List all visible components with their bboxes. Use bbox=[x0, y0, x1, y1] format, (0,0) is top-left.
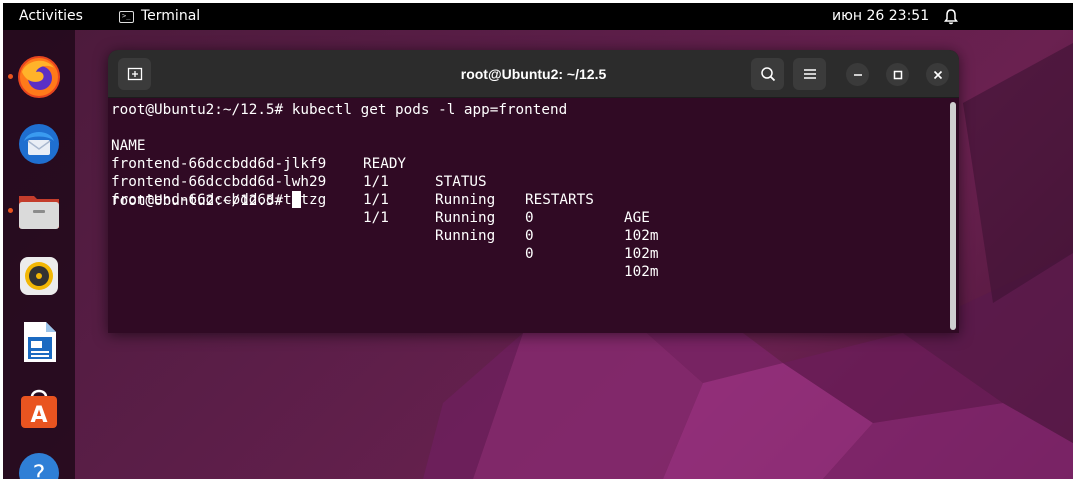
table-row: frontend-66dccbdd6d-jlkf9 1/1 Running 0 … bbox=[111, 137, 959, 244]
pod-restarts: 0 bbox=[525, 228, 534, 244]
minimize-button[interactable] bbox=[846, 63, 869, 86]
prompt: root@Ubuntu2:~/12.5# bbox=[111, 102, 284, 118]
help-glyph: ? bbox=[33, 460, 46, 479]
thunderbird-icon[interactable] bbox=[16, 121, 62, 167]
dock: A ? bbox=[3, 30, 75, 479]
help-icon[interactable]: ? bbox=[16, 450, 62, 479]
scrollbar[interactable] bbox=[950, 102, 956, 330]
software-glyph: A bbox=[30, 403, 47, 428]
ubuntu-software-icon[interactable]: A bbox=[16, 385, 62, 431]
hamburger-icon bbox=[803, 69, 816, 79]
firefox-icon[interactable] bbox=[16, 54, 62, 100]
pod-status: Running bbox=[435, 192, 496, 208]
rhythmbox-icon[interactable] bbox=[16, 253, 62, 299]
pod-restarts: 0 bbox=[525, 246, 534, 262]
files-icon[interactable] bbox=[16, 188, 62, 234]
running-indicator bbox=[8, 74, 13, 79]
new-tab-button[interactable] bbox=[118, 58, 151, 90]
terminal-icon: >_ bbox=[119, 10, 134, 23]
desktop: Activities >_ Terminal июн 26 23:51 A ? … bbox=[3, 3, 1073, 479]
table-row: frontend-66dccbdd6d-lwh29 1/1 Running 0 … bbox=[111, 155, 959, 262]
activities-button[interactable]: Activities bbox=[19, 3, 83, 30]
title-bar[interactable]: root@Ubuntu2: ~/12.5 bbox=[108, 50, 959, 98]
pod-status: Running bbox=[435, 228, 496, 244]
pod-age: 102m bbox=[624, 264, 659, 280]
bell-icon[interactable] bbox=[943, 3, 959, 40]
new-tab-icon bbox=[127, 67, 142, 81]
terminal-output[interactable]: root@Ubuntu2:~/12.5# kubectl get pods -l… bbox=[108, 99, 959, 333]
pod-age: 102m bbox=[624, 228, 659, 244]
close-button[interactable] bbox=[926, 63, 949, 86]
libreoffice-writer-icon[interactable] bbox=[16, 319, 62, 365]
top-bar: Activities >_ Terminal июн 26 23:51 bbox=[3, 3, 1073, 30]
pod-restarts: 0 bbox=[525, 210, 534, 226]
running-indicator bbox=[8, 208, 13, 213]
pod-ready: 1/1 bbox=[363, 192, 389, 208]
command-line: root@Ubuntu2:~/12.5# kubectl get pods -l… bbox=[111, 101, 959, 119]
search-button[interactable] bbox=[751, 58, 784, 90]
pod-age: 102m bbox=[624, 246, 659, 262]
pod-ready: 1/1 bbox=[363, 210, 389, 226]
app-menu[interactable]: >_ Terminal bbox=[119, 3, 200, 30]
search-icon bbox=[760, 67, 775, 82]
minimize-icon bbox=[853, 73, 862, 76]
table-header: NAME READY STATUS RESTARTS AGE bbox=[111, 119, 959, 226]
close-icon bbox=[933, 70, 942, 79]
maximize-button[interactable] bbox=[886, 63, 909, 86]
pod-name: frontend-66dccbdd6d-tktzg bbox=[111, 192, 327, 208]
app-name: Terminal bbox=[141, 8, 201, 24]
terminal-window: root@Ubuntu2: ~/12.5 root@Ubuntu2:~/12.5… bbox=[108, 50, 959, 333]
maximize-icon bbox=[893, 70, 902, 79]
clock[interactable]: июн 26 23:51 bbox=[832, 3, 929, 30]
menu-button[interactable] bbox=[793, 58, 826, 90]
header-age: AGE bbox=[624, 210, 650, 226]
command-text: kubectl get pods -l app=frontend bbox=[291, 102, 568, 118]
table-row: frontend-66dccbdd6d-tktzg 1/1 Running 0 … bbox=[111, 173, 959, 280]
header-restarts: RESTARTS bbox=[525, 192, 594, 208]
pod-status: Running bbox=[435, 210, 496, 226]
window-title: root@Ubuntu2: ~/12.5 bbox=[460, 66, 607, 82]
